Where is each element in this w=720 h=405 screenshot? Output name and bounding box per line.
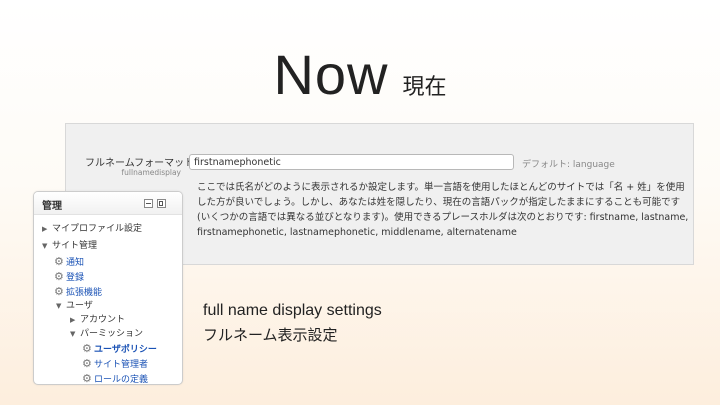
fullname-format-input[interactable] (189, 154, 514, 170)
collapse-icon[interactable] (144, 199, 153, 208)
setting-key: fullnamedisplay (121, 168, 181, 177)
gear-icon: ⚙ (54, 270, 64, 283)
admin-item-link[interactable]: 登録 (66, 273, 84, 283)
admin-item-site-admin[interactable]: ▼ サイト管理 (42, 240, 97, 253)
admin-block-title: 管理 (42, 201, 62, 212)
dock-icon[interactable] (157, 199, 166, 208)
setting-description: ここでは氏名がどのように表示されるか設定します。単一言語を使用したほとんどのサイ… (197, 182, 689, 238)
admin-item-label: アカウント (80, 315, 126, 325)
admin-item-label: パーミッション (80, 329, 144, 339)
admin-item-user-policies[interactable]: ⚙ ユーザポリシー (82, 342, 157, 355)
admin-item-users[interactable]: ▼ ユーザ (56, 300, 93, 313)
admin-item-link[interactable]: 拡張機能 (66, 288, 102, 298)
gear-icon: ⚙ (54, 255, 64, 268)
slide-title: Now 現在 (0, 42, 720, 107)
admin-item-registration[interactable]: ⚙ 登録 (54, 270, 84, 283)
admin-item-plugins[interactable]: ⚙ 拡張機能 (54, 285, 102, 298)
admin-item-link[interactable]: ロールの定義 (94, 375, 148, 384)
admin-item-link[interactable]: ユーザポリシー (94, 345, 157, 355)
admin-item-label: サイト管理 (52, 241, 98, 251)
admin-item-label: マイプロファイル設定 (52, 224, 143, 234)
setting-label: フルネームフォーマット (85, 158, 195, 169)
gear-icon: ⚙ (54, 285, 64, 298)
caption-japanese: フルネーム表示設定 (203, 326, 338, 344)
admin-item-link[interactable]: サイト管理者 (94, 360, 148, 370)
arrow-down-icon: ▼ (42, 242, 48, 250)
admin-item-notifications[interactable]: ⚙ 通知 (54, 255, 84, 268)
admin-item-label: ユーザ (66, 301, 93, 311)
admin-block: 管理 ▶ マイプロファイル設定 ▼ サイト管理 ⚙ 通知 ⚙ 登録 ⚙ 拡張機能 ▼ ユーザ… (33, 191, 183, 385)
admin-item-accounts[interactable]: ▶ アカウント (70, 314, 125, 327)
admin-item-link[interactable]: 通知 (66, 258, 84, 268)
setting-default: デフォルト: language (522, 160, 615, 170)
arrow-down-icon: ▼ (56, 302, 62, 310)
arrow-right-icon: ▶ (70, 316, 76, 324)
arrow-down-icon: ▼ (70, 330, 76, 338)
admin-item-permissions[interactable]: ▼ パーミッション (70, 328, 143, 341)
gear-icon: ⚙ (82, 357, 92, 370)
admin-item-define-roles[interactable]: ⚙ ロールの定義 (82, 372, 148, 385)
slide-title-sub: 現在 (402, 74, 447, 100)
admin-block-header: 管理 (34, 192, 182, 215)
caption-english: full name display settings (203, 302, 382, 319)
admin-item-my-profile[interactable]: ▶ マイプロファイル設定 (42, 223, 142, 236)
gear-icon: ⚙ (82, 372, 92, 385)
admin-item-site-administrators[interactable]: ⚙ サイト管理者 (82, 357, 148, 370)
slide-title-main: Now (273, 43, 389, 106)
arrow-right-icon: ▶ (42, 225, 48, 233)
gear-icon: ⚙ (82, 342, 92, 355)
